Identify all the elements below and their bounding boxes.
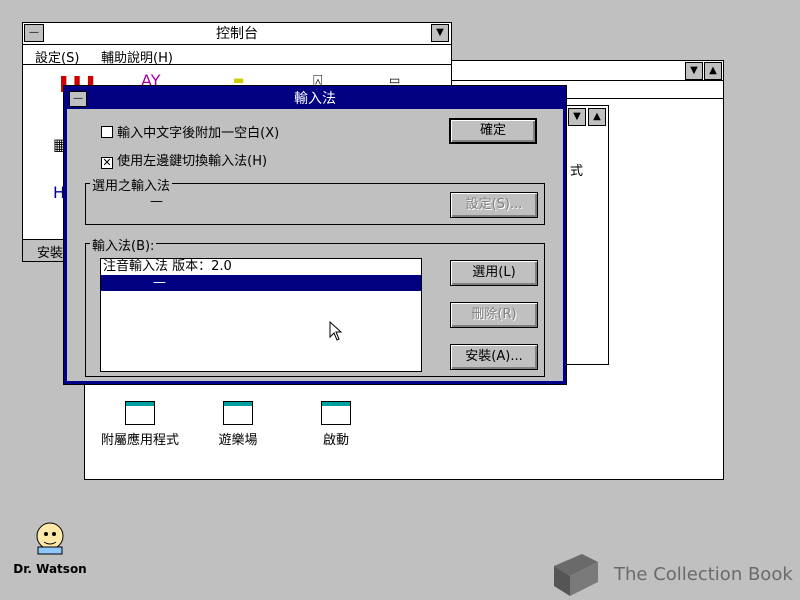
dialog-title: 輸入法: [294, 91, 336, 107]
checkbox-box[interactable]: [101, 126, 113, 138]
group-label: 附屬應用程式: [100, 433, 179, 448]
dr-watson-label: Dr. Watson: [13, 562, 87, 576]
group-maximize-button[interactable]: ▲: [588, 108, 606, 126]
checkbox-label: 使用左邊鍵切換輸入法(H): [117, 154, 268, 169]
control-panel-menubar: 設定(S) 輔助說明(H): [23, 45, 451, 66]
input-method-dialog[interactable]: 輸入法 — 輸入中文字後附加一空白(X) ✕ 使用左邊鍵切換輸入法(H) 確定 …: [63, 85, 567, 385]
window-title: 控制台: [216, 26, 258, 42]
group-label: 啟動: [322, 433, 349, 448]
selected-ime-group: 選用之輸入法 — 設定(S)...: [85, 175, 545, 225]
book-icon: [554, 554, 598, 596]
group-minimize-button[interactable]: ▼: [568, 108, 586, 126]
group-icon-startup[interactable]: 啟動: [301, 401, 371, 448]
use-button[interactable]: 選用(L): [450, 260, 538, 286]
menu-help[interactable]: 輔助說明(H): [101, 47, 173, 66]
group-icon-games[interactable]: 遊樂場: [203, 401, 273, 448]
selected-ime-value: —: [150, 194, 163, 209]
group-label: 遊樂場: [218, 433, 258, 448]
checkbox-box[interactable]: ✕: [101, 157, 113, 169]
ports-icon[interactable]: ▬: [233, 73, 244, 87]
install-button[interactable]: 安裝(A)...: [450, 344, 538, 370]
dr-watson-desktop-icon[interactable]: Dr. Watson: [10, 520, 90, 576]
dialog-titlebar[interactable]: 輸入法: [67, 89, 563, 109]
maximize-button[interactable]: ▲: [704, 62, 722, 80]
dr-watson-icon: [36, 522, 64, 555]
checkbox-label: 輸入中文字後附加一空白(X): [117, 126, 280, 141]
program-group-icon: [125, 401, 155, 425]
watermark-text: The Collection Book: [614, 564, 793, 585]
program-group-icon: [321, 401, 351, 425]
partial-label: 式: [570, 164, 584, 179]
minimize-button[interactable]: ▼: [685, 62, 703, 80]
ime-list-group: 輸入法(B): 注音輸入法 版本：2.0 — 選用(L) 刪除(R) 安裝(A)…: [85, 235, 545, 377]
checkbox-append-space[interactable]: 輸入中文字後附加一空白(X): [101, 122, 279, 141]
dialog-system-menu-button[interactable]: —: [69, 91, 87, 107]
status-text: 安裝: [37, 246, 64, 261]
delete-button[interactable]: 刪除(R): [450, 302, 538, 328]
minimize-button[interactable]: ▼: [431, 24, 449, 42]
mouse-cursor-icon: [329, 321, 343, 341]
ime-listbox[interactable]: 注音輸入法 版本：2.0 —: [100, 258, 422, 372]
group-label: 輸入法(B):: [90, 235, 157, 254]
group-label: 選用之輸入法: [90, 175, 173, 194]
ok-button[interactable]: 確定: [449, 118, 537, 144]
settings-button[interactable]: 設定(S)...: [450, 192, 538, 218]
program-group-icon: [223, 401, 253, 425]
group-window[interactable]: ▼ ▲ 式: [565, 105, 609, 365]
control-panel-titlebar[interactable]: — 控制台 ▼: [23, 23, 451, 45]
list-item[interactable]: 注音輸入法 版本：2.0: [101, 259, 421, 275]
desktop-icon[interactable]: ▭: [389, 73, 400, 87]
group-icon-accessories[interactable]: 附屬應用程式: [85, 401, 195, 448]
checkbox-left-key-switch[interactable]: ✕ 使用左邊鍵切換輸入法(H): [101, 150, 267, 169]
list-item-selected[interactable]: —: [101, 275, 421, 291]
menu-settings[interactable]: 設定(S): [35, 47, 79, 66]
